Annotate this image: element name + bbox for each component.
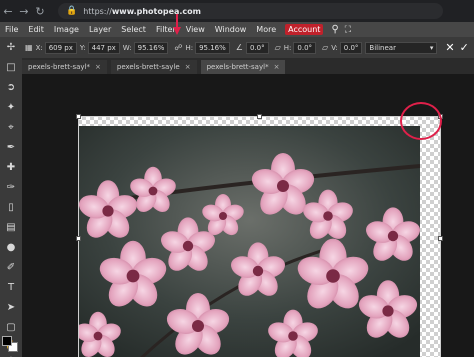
cherry-blossom-photo: [78, 126, 420, 357]
brush-tool-icon[interactable]: ✑: [3, 181, 19, 195]
lasso-tool-icon[interactable]: ➲: [3, 81, 19, 95]
menu-layer[interactable]: Layer: [84, 25, 116, 34]
y-label: Y:: [79, 43, 86, 52]
close-icon[interactable]: ×: [274, 63, 280, 71]
back-arrow-icon[interactable]: ←: [0, 5, 16, 18]
fullscreen-icon[interactable]: ⛶: [345, 25, 351, 35]
x-label: X:: [35, 43, 43, 52]
y-field[interactable]: 447 px: [87, 41, 120, 54]
url-field[interactable]: 🔒 https://www.photopea.com: [58, 3, 443, 19]
angle-icon: ∠: [235, 43, 243, 52]
annotation-circle: [400, 102, 442, 140]
crop-tool-icon[interactable]: ⌖: [3, 121, 19, 135]
text-tool-icon[interactable]: T: [3, 281, 19, 295]
path-select-tool-icon[interactable]: ➤: [3, 301, 19, 315]
annotation-arrow-icon: [173, 14, 181, 35]
width-field[interactable]: 95.16%: [133, 41, 169, 54]
vskew-label: V:: [331, 43, 338, 52]
url-text: https://www.photopea.com: [83, 6, 202, 16]
document-canvas[interactable]: [78, 116, 441, 357]
h-label: H:: [185, 43, 194, 52]
eraser-tool-icon[interactable]: ▯: [3, 201, 19, 215]
foreground-color-swatch[interactable]: [2, 336, 12, 346]
transform-options-bar: ▦ X: 609 px Y: 447 px W: 95.16% ☍ H: 95.…: [0, 37, 474, 58]
menu-file[interactable]: File: [0, 25, 23, 34]
gradient-tool-icon[interactable]: ▤: [3, 221, 19, 235]
w-label: W:: [122, 43, 132, 52]
reload-icon[interactable]: ↻: [32, 5, 48, 18]
menu-bar: File Edit Image Layer Select Filter View…: [0, 22, 474, 37]
healing-tool-icon[interactable]: ✚: [3, 161, 19, 175]
commit-check-icon[interactable]: ✓: [460, 41, 469, 54]
search-icon[interactable]: ⚲: [331, 24, 338, 35]
x-field[interactable]: 609 px: [44, 41, 77, 54]
tab-label: pexels-brett-sayle: [116, 63, 180, 71]
tab-label: pexels-brett-sayl: [206, 63, 266, 71]
account-button[interactable]: Account: [285, 24, 324, 35]
close-icon[interactable]: ×: [185, 63, 191, 71]
menu-window[interactable]: Window: [210, 25, 252, 34]
menu-image[interactable]: Image: [49, 25, 84, 34]
tab-label: pexels-brett-sayl: [28, 63, 87, 71]
tab-document-2[interactable]: pexels-brett-sayle ×: [110, 60, 197, 74]
hskew-label: H:: [283, 43, 292, 52]
document-tabs: pexels-brett-sayl * × pexels-brett-sayle × …: [22, 58, 474, 74]
menu-edit[interactable]: Edit: [23, 25, 49, 34]
canvas-workspace[interactable]: [22, 74, 474, 357]
eyedropper-tool-icon[interactable]: ✒: [3, 141, 19, 155]
forward-arrow-icon[interactable]: →: [16, 5, 32, 18]
tab-document-3[interactable]: pexels-brett-sayl * ×: [200, 60, 286, 74]
chevron-down-icon: ▾: [429, 43, 434, 52]
marquee-tool-icon[interactable]: □: [3, 61, 19, 75]
height-field[interactable]: 95.16%: [195, 41, 230, 54]
menu-select[interactable]: Select: [116, 25, 151, 34]
interpolation-select[interactable]: Bilinear ▾: [365, 41, 438, 54]
angle-field[interactable]: 0.0°: [245, 41, 269, 54]
horizontal-skew-icon: ▱: [274, 43, 281, 52]
pen-tool-icon[interactable]: ✐: [3, 261, 19, 275]
tab-modified-mark: *: [86, 63, 91, 71]
vertical-skew-field[interactable]: 0.0°: [339, 41, 363, 54]
tab-modified-mark: *: [265, 63, 269, 71]
move-tool-icon[interactable]: ✢: [3, 41, 19, 55]
cancel-icon[interactable]: ✕: [445, 41, 454, 54]
shape-tool-icon[interactable]: ▢: [3, 321, 19, 335]
link-icon[interactable]: ☍: [174, 43, 182, 52]
magic-wand-tool-icon[interactable]: ✦: [3, 101, 19, 115]
horizontal-skew-field[interactable]: 0.0°: [293, 41, 317, 54]
reference-point-icon[interactable]: ▦: [25, 43, 33, 52]
interpolation-value: Bilinear: [369, 43, 396, 52]
vertical-skew-icon: ▱: [322, 43, 329, 52]
menu-more[interactable]: More: [251, 25, 281, 34]
tools-panel: ✢ □ ➲ ✦ ⌖ ✒ ✚ ✑ ▯ ▤ ● ✐ T ➤ ▢ ✋ ⚲: [0, 37, 22, 357]
blur-tool-icon[interactable]: ●: [3, 241, 19, 255]
browser-address-bar: ← → ↻ 🔒 https://www.photopea.com: [0, 0, 474, 22]
close-icon[interactable]: ×: [95, 63, 101, 71]
photopea-window: ← → ↻ 🔒 https://www.photopea.com File Ed…: [0, 0, 474, 357]
lock-icon: 🔒: [66, 6, 78, 16]
menu-view[interactable]: View: [181, 25, 210, 34]
cherry-blossom-image: [78, 126, 420, 357]
tab-document-1[interactable]: pexels-brett-sayl * ×: [22, 60, 107, 74]
